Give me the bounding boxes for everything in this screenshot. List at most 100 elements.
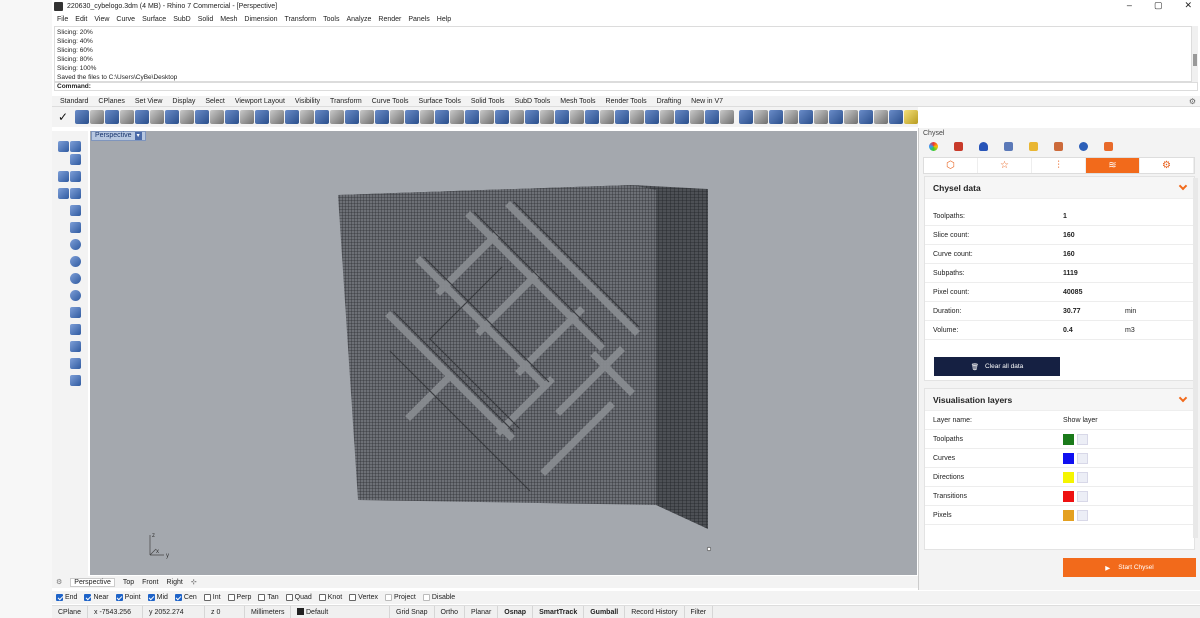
checkbox[interactable] [84, 594, 92, 601]
chevron-down-icon[interactable] [1178, 181, 1188, 191]
mesh-tool-icon[interactable] [859, 110, 873, 124]
mesh-tool-icon[interactable] [799, 110, 813, 124]
checkbox[interactable] [56, 594, 63, 601]
gumball-point[interactable] [706, 546, 712, 552]
chevron-down-icon[interactable] [1178, 393, 1188, 403]
checkbox[interactable] [349, 594, 357, 601]
mesh-tool-icon[interactable] [720, 110, 734, 124]
osnap-tan[interactable]: Tan [258, 594, 279, 601]
osnap-project[interactable]: Project [385, 594, 416, 601]
checkbox[interactable] [174, 594, 182, 601]
mesh-tool-icon[interactable] [904, 110, 918, 124]
scrollbar-thumb[interactable] [1193, 54, 1197, 66]
plugin-icon[interactable] [1079, 141, 1088, 151]
osnap-cen[interactable]: Cen [174, 594, 197, 601]
perspective-viewport[interactable]: Perspective ▾ z x y [90, 131, 917, 575]
mesh-tool-icon[interactable] [510, 110, 524, 124]
mesh-tool-icon[interactable] [570, 110, 584, 124]
menu-analyze[interactable]: Analyze [346, 16, 371, 23]
mesh-tool-icon[interactable] [240, 110, 254, 124]
menu-surface[interactable]: Surface [142, 16, 166, 23]
mesh-tool-icon[interactable] [465, 110, 479, 124]
menu-render[interactable]: Render [378, 16, 401, 23]
mesh-tool-icon[interactable] [150, 110, 164, 124]
chysel-data-header[interactable]: Chysel data [925, 177, 1194, 199]
tab-front[interactable]: Front [142, 579, 158, 586]
mesh-tool-icon[interactable] [784, 110, 798, 124]
mesh-tool-icon[interactable] [435, 110, 449, 124]
mesh-tool-icon[interactable] [754, 110, 768, 124]
osnap-disable[interactable]: Disable [422, 594, 455, 601]
toggle-grid-snap[interactable]: Grid Snap [390, 605, 435, 618]
clear-all-data-button[interactable]: 🗑 Clear all data [934, 357, 1060, 376]
menu-help[interactable]: Help [437, 16, 451, 23]
tab-perspective[interactable]: Perspective [70, 577, 115, 587]
mesh-tool-icon[interactable] [450, 110, 464, 124]
tab-set-view[interactable]: Set View [135, 98, 163, 105]
mesh-tool-icon[interactable] [874, 110, 888, 124]
command-line[interactable]: Command: [54, 82, 1198, 91]
osnap-int[interactable]: Int [203, 594, 221, 601]
mesh-tool-icon[interactable] [210, 110, 224, 124]
checkbox[interactable] [422, 594, 430, 601]
gear-icon[interactable]: ⚙ [1189, 97, 1196, 106]
chysel-tools-icon[interactable] [1104, 141, 1113, 151]
display-icon[interactable] [1004, 141, 1013, 151]
menu-dimension[interactable]: Dimension [244, 16, 277, 23]
tab-model-cube-icon[interactable]: ⬡ [924, 158, 978, 173]
mesh-tool-icon[interactable] [105, 110, 119, 124]
mesh-tool-icon[interactable] [255, 110, 269, 124]
tab-star-icon[interactable]: ☆ [978, 158, 1032, 173]
show-layer-checkbox[interactable] [1077, 434, 1088, 445]
tab-right[interactable]: Right [167, 579, 183, 586]
mesh-sphere-tool-icon[interactable] [70, 290, 81, 301]
mesh-tool-icon[interactable] [525, 110, 539, 124]
mesh-tool-icon[interactable] [645, 110, 659, 124]
menu-edit[interactable]: Edit [75, 16, 87, 23]
layer-color-swatch[interactable] [1063, 491, 1074, 502]
mesh-tool-icon[interactable] [345, 110, 359, 124]
mesh-tool-icon[interactable] [739, 110, 753, 124]
menu-file[interactable]: File [57, 16, 68, 23]
mesh-tool-icon[interactable] [375, 110, 389, 124]
surface-tool-icon[interactable] [58, 188, 69, 199]
mesh-tool-icon[interactable] [165, 110, 179, 124]
mesh-tool-icon[interactable] [705, 110, 719, 124]
layer-color-swatch[interactable] [1063, 434, 1074, 445]
mesh-tool-icon[interactable] [420, 110, 434, 124]
tab-display[interactable]: Display [172, 98, 195, 105]
osnap-point[interactable]: Point [115, 594, 141, 601]
pen-icon[interactable] [1054, 141, 1063, 151]
mesh-tool-icon[interactable] [480, 110, 494, 124]
tab-gear-icon[interactable]: ⚙ [1140, 158, 1194, 173]
ellipsoid-tool-icon[interactable] [70, 256, 81, 267]
torus-tool-icon[interactable] [70, 273, 81, 284]
tab-drafting[interactable]: Drafting [657, 98, 682, 105]
mesh-tool-icon[interactable] [615, 110, 629, 124]
menu-subd[interactable]: SubD [173, 16, 191, 23]
mesh-tool-icon[interactable] [300, 110, 314, 124]
mesh-tool-icon[interactable] [844, 110, 858, 124]
mesh-tool-icon[interactable] [120, 110, 134, 124]
mesh-tool-icon[interactable] [135, 110, 149, 124]
mesh-tool-icon[interactable] [90, 110, 104, 124]
menu-panels[interactable]: Panels [408, 16, 429, 23]
show-layer-checkbox[interactable] [1077, 453, 1088, 464]
toggle-osnap[interactable]: Osnap [498, 605, 534, 618]
toggle-smarttrack[interactable]: SmartTrack [533, 605, 585, 618]
dimension-tool-icon[interactable] [70, 341, 81, 352]
checkbox[interactable] [318, 594, 326, 601]
menu-tools[interactable]: Tools [323, 16, 339, 23]
tab-curve-tools[interactable]: Curve Tools [372, 98, 409, 105]
cone-tool-icon[interactable] [70, 222, 81, 233]
rectangle-tool-icon[interactable] [70, 171, 81, 182]
mesh-tool-icon[interactable] [75, 110, 89, 124]
polyline-tool-icon[interactable] [70, 154, 81, 165]
tab-new-in-v7[interactable]: New in V7 [691, 98, 723, 105]
mesh-tool-icon[interactable] [285, 110, 299, 124]
mesh-tool-icon[interactable] [660, 110, 674, 124]
curve-tool-icon[interactable] [70, 141, 81, 152]
notification-icon[interactable] [979, 141, 988, 151]
mesh-tool-icon[interactable] [585, 110, 599, 124]
visualisation-layers-header[interactable]: Visualisation layers [925, 389, 1194, 411]
